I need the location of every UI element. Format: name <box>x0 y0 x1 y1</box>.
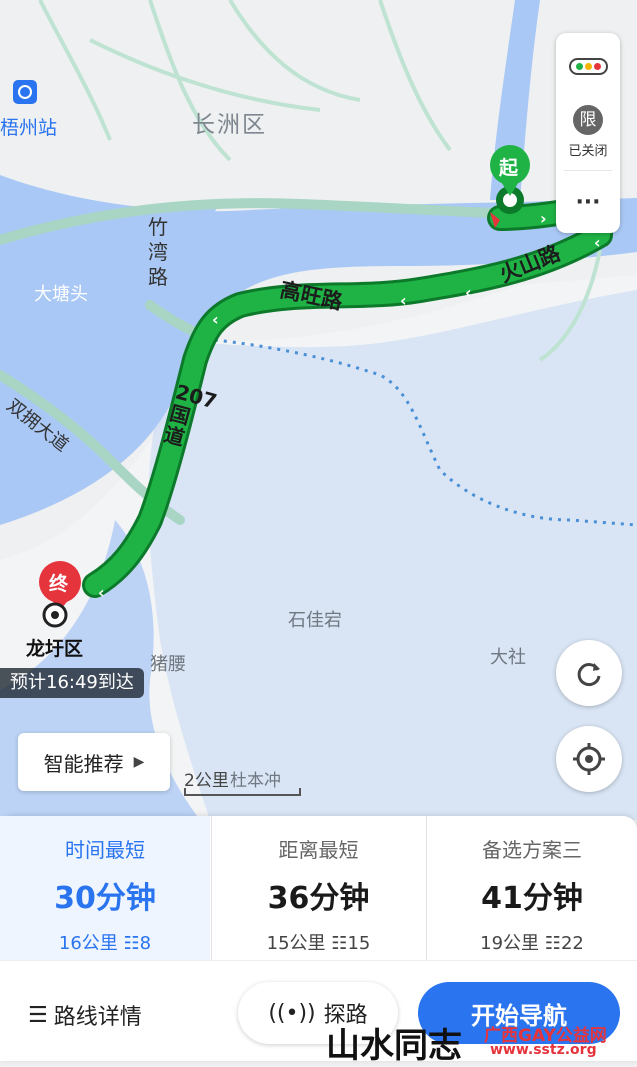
station-pin <box>13 80 37 104</box>
traffic-light-small-icon: ☷ <box>544 933 561 954</box>
route-meta: 19公里 ☷22 <box>427 929 637 955</box>
svg-text:‹: ‹ <box>98 583 105 602</box>
locate-button[interactable] <box>556 726 622 792</box>
route-duration: 30分钟 <box>54 881 156 916</box>
play-arrow-icon: ▶ <box>133 754 145 770</box>
route-title: 时间最短 <box>65 838 145 862</box>
start-marker-label: 起 <box>499 157 519 179</box>
station-label: 梧州站 <box>0 117 58 139</box>
place-label: 猪腰 <box>150 654 186 675</box>
route-title: 距离最短 <box>278 838 359 862</box>
place-label: 石佳宕 <box>288 610 342 631</box>
route-lights: 15 <box>347 933 371 954</box>
list-icon: ☰ <box>28 1002 48 1028</box>
route-lights: 8 <box>139 933 152 954</box>
end-name-label: 龙圩区 <box>26 638 84 660</box>
traffic-toggle[interactable] <box>556 33 620 99</box>
smart-recommend-button[interactable]: 智能推荐 ▶ <box>18 733 170 791</box>
route-title: 备选方案三 <box>482 838 582 862</box>
end-marker-label: 终 <box>49 573 69 595</box>
refresh-button[interactable] <box>556 640 622 706</box>
crosshair-icon <box>573 743 605 775</box>
place-label: 大塘头 <box>34 284 88 305</box>
route-details-button[interactable]: ☰ 路线详情 <box>28 995 142 1035</box>
svg-text:‹: ‹ <box>212 310 219 329</box>
traffic-light-small-icon: ☷ <box>123 933 140 954</box>
eta-tooltip: 预计16:49到达 <box>0 668 144 698</box>
broadcast-icon: ((•)) <box>268 1000 316 1026</box>
map-controls-panel: 限 已关闭 ··· <box>556 33 620 233</box>
map-view[interactable]: ‹ ‹ ‹ ‹ › ‹ 长洲区 梧州站 大塘头 石佳宕 猪腰 大社 杜本冲 竹湾… <box>0 0 637 820</box>
route-meta: 15公里 ☷15 <box>212 929 425 955</box>
watermark-right-bottom: www.sstz.org <box>490 1042 597 1058</box>
restriction-icon: 限 <box>573 105 603 135</box>
refresh-icon <box>577 663 601 686</box>
divider <box>564 170 612 171</box>
svg-text:‹: ‹ <box>400 291 407 310</box>
route-option-fastest[interactable]: 时间最短 30分钟 16公里 ☷8 <box>0 816 210 961</box>
route-option-alt3[interactable]: 备选方案三 41分钟 19公里 ☷22 <box>427 816 637 961</box>
road-label: 竹湾路 <box>148 215 168 289</box>
scale-label: 2公里 <box>184 771 229 791</box>
route-option-shortest[interactable]: 距离最短 36分钟 15公里 ☷15 <box>212 816 425 961</box>
route-distance: 15公里 <box>266 933 326 954</box>
watermark-left: 山水同志 <box>326 1026 462 1066</box>
route-distance: 16公里 <box>58 933 118 954</box>
place-label: 大社 <box>490 647 526 668</box>
district-label: 长洲区 <box>192 112 267 138</box>
route-lights: 22 <box>560 933 584 954</box>
smart-recommend-label: 智能推荐 <box>43 751 124 776</box>
route-duration: 41分钟 <box>481 881 583 916</box>
svg-text:‹: ‹ <box>594 233 601 252</box>
place-label: 杜本冲 <box>230 771 281 791</box>
traffic-light-icon <box>568 57 608 75</box>
restriction-status: 已关闭 <box>568 144 608 159</box>
route-distance: 19公里 <box>480 933 540 954</box>
route-details-label: 路线详情 <box>53 1005 142 1030</box>
svg-text:‹: ‹ <box>465 283 472 302</box>
svg-text:›: › <box>540 209 547 228</box>
route-duration: 36分钟 <box>267 881 370 916</box>
more-options-button[interactable]: ··· <box>556 175 620 231</box>
restriction-toggle[interactable]: 限 已关闭 <box>556 105 620 167</box>
route-meta: 16公里 ☷8 <box>0 929 210 955</box>
divider <box>0 960 637 961</box>
traffic-light-small-icon: ☷ <box>331 933 348 954</box>
